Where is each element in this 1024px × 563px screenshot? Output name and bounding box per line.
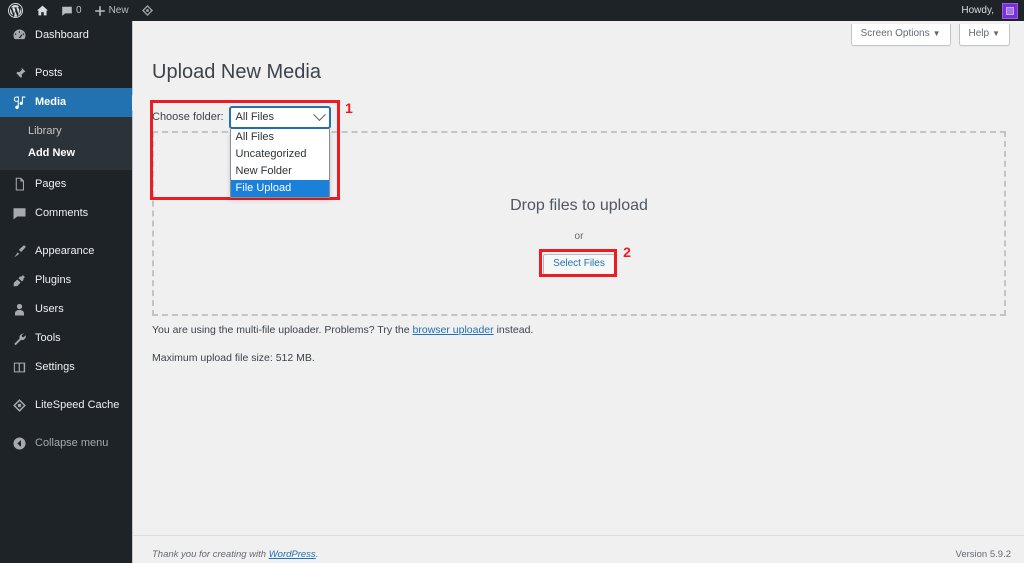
sidebar-item-comments[interactable]: Comments: [0, 199, 132, 228]
admin-footer: Thank you for creating with WordPress. V…: [133, 535, 1024, 563]
chevron-down-icon: [312, 108, 326, 122]
dropzone-or-label: or: [574, 230, 584, 242]
comment-bubble-icon: [61, 5, 73, 17]
sidebar-item-label: Media: [35, 96, 67, 108]
sidebar-item-users[interactable]: Users: [0, 295, 132, 324]
uploader-note-prefix: You are using the multi-file uploader. P…: [152, 324, 413, 336]
browser-uploader-link[interactable]: browser uploader: [413, 324, 494, 336]
pages-icon: [10, 176, 28, 194]
wordpress-admin-screen: 0 New Howdy, Dashboard Posts Media Libra…: [0, 0, 1024, 563]
settings-sliders-icon: [10, 359, 28, 377]
max-upload-size: Maximum upload file size: 512 MB.: [152, 352, 315, 364]
dashboard-icon: [10, 27, 28, 45]
wrench-icon: [10, 330, 28, 348]
sidebar-item-label: LiteSpeed Cache: [35, 399, 120, 411]
sidebar-item-plugins[interactable]: Plugins: [0, 266, 132, 295]
sidebar-item-media[interactable]: Media: [0, 88, 140, 117]
menu-separator: [0, 420, 132, 429]
pin-icon: [10, 65, 28, 83]
sidebar-item-label: Plugins: [35, 274, 72, 286]
sidebar-item-label: Appearance: [35, 245, 95, 257]
litespeed-diamond-icon: [10, 397, 28, 415]
folder-select-options[interactable]: All Files Uncategorized New Folder File …: [229, 129, 330, 198]
select-files-wrapper: Select Files 2: [539, 244, 631, 277]
footer-thanks-prefix: Thank you for creating with: [152, 548, 269, 560]
annotation-box-2: [539, 248, 618, 277]
chevron-down-icon: ▼: [992, 29, 1000, 38]
media-icon: [10, 94, 28, 112]
sidebar-item-label: Tools: [35, 332, 61, 344]
screen-options-label: Screen Options: [860, 28, 930, 39]
wordpress-logo-icon: [8, 3, 23, 18]
chevron-down-icon: ▼: [932, 29, 941, 38]
choose-folder-label: Choose folder:: [152, 111, 224, 123]
sidebar-item-label: Users: [35, 303, 64, 315]
admin-sidebar-menu: Dashboard Posts Media Library Add New Pa…: [0, 21, 140, 563]
collapse-menu-button[interactable]: Collapse menu: [0, 429, 132, 458]
footer-thanks-suffix: .: [315, 548, 319, 560]
folder-option[interactable]: All Files: [231, 129, 329, 146]
sidebar-item-tools[interactable]: Tools: [0, 324, 132, 353]
sidebar-subitem-add-new[interactable]: Add New: [0, 142, 132, 164]
sidebar-item-litespeed-cache[interactable]: LiteSpeed Cache: [0, 391, 132, 420]
sidebar-item-settings[interactable]: Settings: [0, 353, 132, 382]
help-label: Help: [968, 28, 990, 39]
comment-bubble-icon: [10, 205, 28, 223]
sidebar-item-label: Settings: [35, 361, 75, 373]
plug-icon: [10, 272, 28, 290]
sidebar-item-label: Posts: [35, 67, 63, 79]
sidebar-item-dashboard[interactable]: Dashboard: [0, 21, 132, 50]
sidebar-item-label: Pages: [35, 178, 67, 190]
menu-separator: [0, 228, 132, 237]
new-content-button[interactable]: New: [88, 0, 135, 21]
page-title: Upload New Media: [152, 61, 321, 83]
collapse-menu-label: Collapse menu: [35, 437, 109, 449]
sidebar-item-pages[interactable]: Pages: [0, 170, 132, 199]
annotation-number-1: 1: [345, 100, 353, 116]
howdy-greeting[interactable]: Howdy,: [961, 5, 996, 16]
wordpress-logo-button[interactable]: [0, 0, 30, 21]
folder-select-value: All Files: [235, 111, 275, 123]
user-icon: [10, 301, 28, 319]
uploader-note-suffix: instead.: [493, 324, 534, 336]
admin-bar-right: Howdy,: [961, 2, 1024, 19]
folder-option-selected[interactable]: File Upload: [230, 180, 329, 197]
litespeed-diamond-icon: [141, 4, 154, 17]
sidebar-subitem-library[interactable]: Library: [0, 120, 132, 142]
avatar[interactable]: [1002, 2, 1018, 19]
choose-folder-row: Choose folder: All Files All Files Uncat…: [152, 107, 330, 198]
litespeed-adminbar-button[interactable]: [135, 0, 160, 21]
home-icon: [36, 4, 49, 17]
collapse-arrow-icon: [10, 435, 28, 453]
annotation-number-2: 2: [623, 243, 631, 260]
help-button[interactable]: Help ▼: [958, 24, 1010, 46]
uploader-note: You are using the multi-file uploader. P…: [152, 324, 533, 336]
comments-button[interactable]: 0: [55, 0, 88, 21]
folder-select-wrapper: All Files All Files Uncategorized New Fo…: [229, 107, 330, 198]
dropzone-title: Drop files to upload: [510, 196, 648, 214]
plus-icon: [94, 5, 106, 17]
comments-count: 0: [76, 5, 82, 16]
paintbrush-icon: [10, 243, 28, 261]
media-submenu: Library Add New: [0, 117, 132, 170]
sidebar-item-label: Comments: [35, 207, 89, 219]
wordpress-version: Version 5.9.2: [955, 548, 1011, 560]
sidebar-item-posts[interactable]: Posts: [0, 59, 132, 88]
folder-option[interactable]: Uncategorized: [231, 146, 329, 163]
sidebar-item-appearance[interactable]: Appearance: [0, 237, 132, 266]
folder-option[interactable]: New Folder: [231, 163, 329, 180]
site-home-button[interactable]: [30, 0, 55, 21]
main-content: Screen Options ▼ Help ▼ Upload New Media 1…: [132, 21, 1024, 563]
menu-separator: [0, 382, 132, 391]
new-content-label: New: [108, 5, 129, 16]
admin-bar: 0 New Howdy,: [0, 0, 1024, 21]
footer-thanks: Thank you for creating with WordPress.: [152, 549, 318, 560]
sidebar-item-label: Dashboard: [35, 29, 89, 41]
folder-select[interactable]: All Files: [229, 107, 330, 128]
menu-separator: [0, 50, 132, 59]
wordpress-link[interactable]: WordPress: [269, 549, 316, 560]
screen-meta-links: Screen Options ▼ Help ▼: [850, 24, 1010, 46]
screen-options-button[interactable]: Screen Options ▼: [850, 24, 951, 46]
